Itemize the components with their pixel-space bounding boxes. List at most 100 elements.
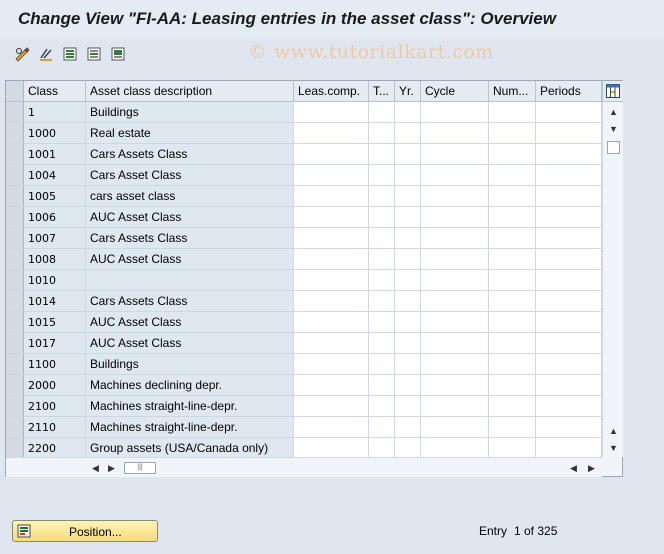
periods-cell[interactable] <box>536 228 602 249</box>
number-cell[interactable] <box>489 396 536 417</box>
class-cell[interactable]: 1001 <box>24 144 86 165</box>
class-cell[interactable]: 1015 <box>24 312 86 333</box>
row-selector[interactable] <box>6 417 24 438</box>
periods-cell[interactable] <box>536 207 602 228</box>
type-cell[interactable] <box>369 186 395 207</box>
periods-cell[interactable] <box>536 186 602 207</box>
number-cell[interactable] <box>489 186 536 207</box>
class-cell[interactable]: 2100 <box>24 396 86 417</box>
leasing-company-cell[interactable] <box>294 186 369 207</box>
row-selector[interactable] <box>6 249 24 270</box>
column-header-number[interactable]: Num... <box>489 81 536 102</box>
row-selector[interactable] <box>6 354 24 375</box>
column-header-cycle[interactable]: Cycle <box>421 81 489 102</box>
number-cell[interactable] <box>489 375 536 396</box>
periods-cell[interactable] <box>536 249 602 270</box>
cycle-cell[interactable] <box>421 165 489 186</box>
row-selector[interactable] <box>6 291 24 312</box>
row-selector[interactable] <box>6 102 24 123</box>
number-cell[interactable] <box>489 165 536 186</box>
row-selector[interactable] <box>6 186 24 207</box>
type-cell[interactable] <box>369 438 395 459</box>
row-selector[interactable] <box>6 270 24 291</box>
leasing-company-cell[interactable] <box>294 291 369 312</box>
number-cell[interactable] <box>489 354 536 375</box>
select-all-corner[interactable] <box>6 81 24 102</box>
cycle-cell[interactable] <box>421 438 489 459</box>
number-cell[interactable] <box>489 249 536 270</box>
type-cell[interactable] <box>369 249 395 270</box>
vertical-scrollbar[interactable]: ▲ ▼ ▲ ▼ <box>602 102 623 457</box>
row-selector[interactable] <box>6 333 24 354</box>
scroll-page-up-icon[interactable]: ▲ <box>609 426 618 436</box>
type-cell[interactable] <box>369 312 395 333</box>
year-cell[interactable] <box>395 417 421 438</box>
row-selector[interactable] <box>6 396 24 417</box>
year-cell[interactable] <box>395 375 421 396</box>
number-cell[interactable] <box>489 207 536 228</box>
year-cell[interactable] <box>395 312 421 333</box>
cycle-cell[interactable] <box>421 249 489 270</box>
column-header-periods[interactable]: Periods <box>536 81 602 102</box>
number-cell[interactable] <box>489 333 536 354</box>
periods-cell[interactable] <box>536 396 602 417</box>
cycle-cell[interactable] <box>421 312 489 333</box>
year-cell[interactable] <box>395 291 421 312</box>
periods-cell[interactable] <box>536 312 602 333</box>
type-cell[interactable] <box>369 144 395 165</box>
number-cell[interactable] <box>489 291 536 312</box>
year-cell[interactable] <box>395 228 421 249</box>
class-cell[interactable]: 1014 <box>24 291 86 312</box>
leasing-company-cell[interactable] <box>294 228 369 249</box>
row-selector[interactable] <box>6 123 24 144</box>
edit-glasses-icon[interactable] <box>14 46 30 62</box>
year-cell[interactable] <box>395 165 421 186</box>
year-cell[interactable] <box>395 186 421 207</box>
class-cell[interactable]: 1008 <box>24 249 86 270</box>
scroll-left-icon[interactable]: ◀ <box>92 463 99 473</box>
class-cell[interactable]: 1000 <box>24 123 86 144</box>
column-settings-button[interactable] <box>602 81 623 102</box>
year-cell[interactable] <box>395 207 421 228</box>
row-selector[interactable] <box>6 144 24 165</box>
periods-cell[interactable] <box>536 165 602 186</box>
leasing-company-cell[interactable] <box>294 144 369 165</box>
cycle-cell[interactable] <box>421 207 489 228</box>
periods-cell[interactable] <box>536 123 602 144</box>
class-cell[interactable]: 1004 <box>24 165 86 186</box>
type-cell[interactable] <box>369 270 395 291</box>
type-cell[interactable] <box>369 375 395 396</box>
horizontal-scrollbar[interactable]: ◀ ▶ ||| ◀ ▶ <box>6 457 602 477</box>
class-cell[interactable]: 1005 <box>24 186 86 207</box>
select-block-icon[interactable] <box>110 46 126 62</box>
leasing-company-cell[interactable] <box>294 417 369 438</box>
periods-cell[interactable] <box>536 438 602 459</box>
scroll-far-right-icon[interactable]: ▶ <box>588 463 595 473</box>
cycle-cell[interactable] <box>421 144 489 165</box>
type-cell[interactable] <box>369 207 395 228</box>
number-cell[interactable] <box>489 438 536 459</box>
number-cell[interactable] <box>489 417 536 438</box>
row-selector[interactable] <box>6 165 24 186</box>
row-selector[interactable] <box>6 207 24 228</box>
leasing-company-cell[interactable] <box>294 438 369 459</box>
leasing-company-cell[interactable] <box>294 249 369 270</box>
scroll-down-icon[interactable]: ▼ <box>609 124 618 134</box>
leasing-company-cell[interactable] <box>294 354 369 375</box>
horizontal-scroll-thumb[interactable]: ||| <box>124 462 156 474</box>
type-cell[interactable] <box>369 228 395 249</box>
row-selector[interactable] <box>6 312 24 333</box>
number-cell[interactable] <box>489 312 536 333</box>
type-cell[interactable] <box>369 333 395 354</box>
periods-cell[interactable] <box>536 291 602 312</box>
leasing-company-cell[interactable] <box>294 396 369 417</box>
column-header-year[interactable]: Yr. <box>395 81 421 102</box>
year-cell[interactable] <box>395 102 421 123</box>
cycle-cell[interactable] <box>421 270 489 291</box>
number-cell[interactable] <box>489 228 536 249</box>
cycle-cell[interactable] <box>421 291 489 312</box>
scroll-up-icon[interactable]: ▲ <box>609 107 618 117</box>
leasing-company-cell[interactable] <box>294 270 369 291</box>
class-cell[interactable]: 1010 <box>24 270 86 291</box>
leasing-company-cell[interactable] <box>294 207 369 228</box>
